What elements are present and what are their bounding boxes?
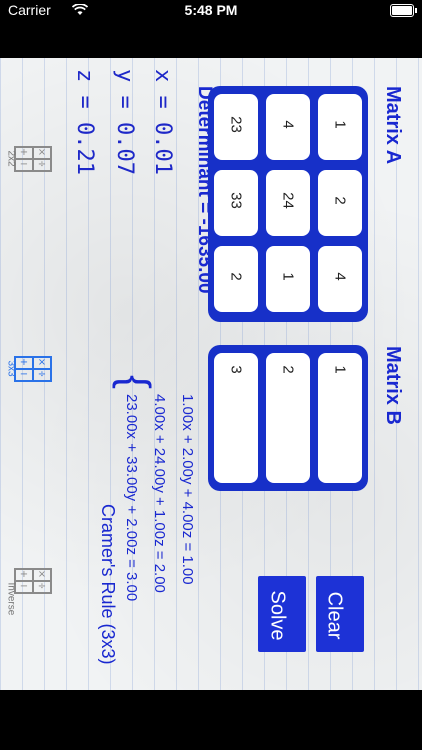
matrix-a-cell[interactable]: 4 bbox=[318, 246, 362, 312]
worksheet: + × − ÷ 2x2 + × − ÷ 3x3 + × − ÷ Inverse z = 0.… bbox=[0, 58, 422, 690]
battery-icon bbox=[390, 4, 417, 17]
matrix-a-cell[interactable]: 2 bbox=[214, 246, 258, 312]
tab-label: Inverse bbox=[5, 582, 17, 616]
mode-title: Cramer's Rule (3x3) bbox=[98, 504, 118, 665]
matrix-b-cell[interactable]: 2 bbox=[266, 353, 310, 483]
tab-2x2[interactable]: + × − ÷ 2x2 bbox=[5, 146, 52, 174]
tab-3x3[interactable]: + × − ÷ 3x3 bbox=[5, 356, 52, 384]
matrix-b-title: Matrix B bbox=[382, 346, 404, 425]
matrix-b-cell[interactable]: 1 bbox=[318, 353, 362, 483]
matrix-ops-icon: + × − ÷ bbox=[14, 146, 52, 172]
y-result: y = 0.07 bbox=[112, 69, 137, 175]
matrix-ops-icon: + × − ÷ bbox=[14, 568, 52, 594]
matrix-a: 1 2 4 4 24 1 23 33 2 bbox=[208, 86, 368, 322]
equation-1: 1.00x + 2.00y + 4.00z = 1.00 bbox=[179, 394, 196, 585]
matrix-b: 1 2 3 bbox=[208, 345, 368, 491]
matrix-ops-icon: + × − ÷ bbox=[14, 356, 52, 382]
matrix-a-cell[interactable]: 1 bbox=[266, 246, 310, 312]
system-brace: { bbox=[112, 374, 160, 390]
matrix-a-cell[interactable]: 23 bbox=[214, 94, 258, 160]
solve-button[interactable]: Solve bbox=[258, 576, 306, 652]
matrix-a-cell[interactable]: 1 bbox=[318, 94, 362, 160]
matrix-b-cell[interactable]: 3 bbox=[214, 353, 258, 483]
tab-label: 2x2 bbox=[5, 150, 17, 167]
tab-inverse[interactable]: + × − ÷ Inverse bbox=[6, 568, 52, 615]
clear-button[interactable]: Clear bbox=[316, 576, 364, 652]
tab-label: 3x3 bbox=[5, 360, 17, 377]
matrix-a-title: Matrix A bbox=[382, 86, 404, 165]
x-result: x = 0.01 bbox=[150, 69, 175, 175]
z-result: z = 0.21 bbox=[72, 69, 97, 175]
status-bar: Carrier 5:48 PM bbox=[0, 0, 422, 22]
equation-3: 23.00x + 33.00y + 2.00z = 3.00 bbox=[123, 394, 140, 602]
clock: 5:48 PM bbox=[184, 2, 238, 18]
matrix-a-cell[interactable]: 24 bbox=[266, 170, 310, 236]
matrix-a-cell[interactable]: 2 bbox=[318, 170, 362, 236]
matrix-a-cell[interactable]: 33 bbox=[214, 170, 258, 236]
matrix-a-cell[interactable]: 4 bbox=[266, 94, 310, 160]
equation-2: 4.00x + 24.00y + 1.00z = 2.00 bbox=[151, 394, 168, 593]
